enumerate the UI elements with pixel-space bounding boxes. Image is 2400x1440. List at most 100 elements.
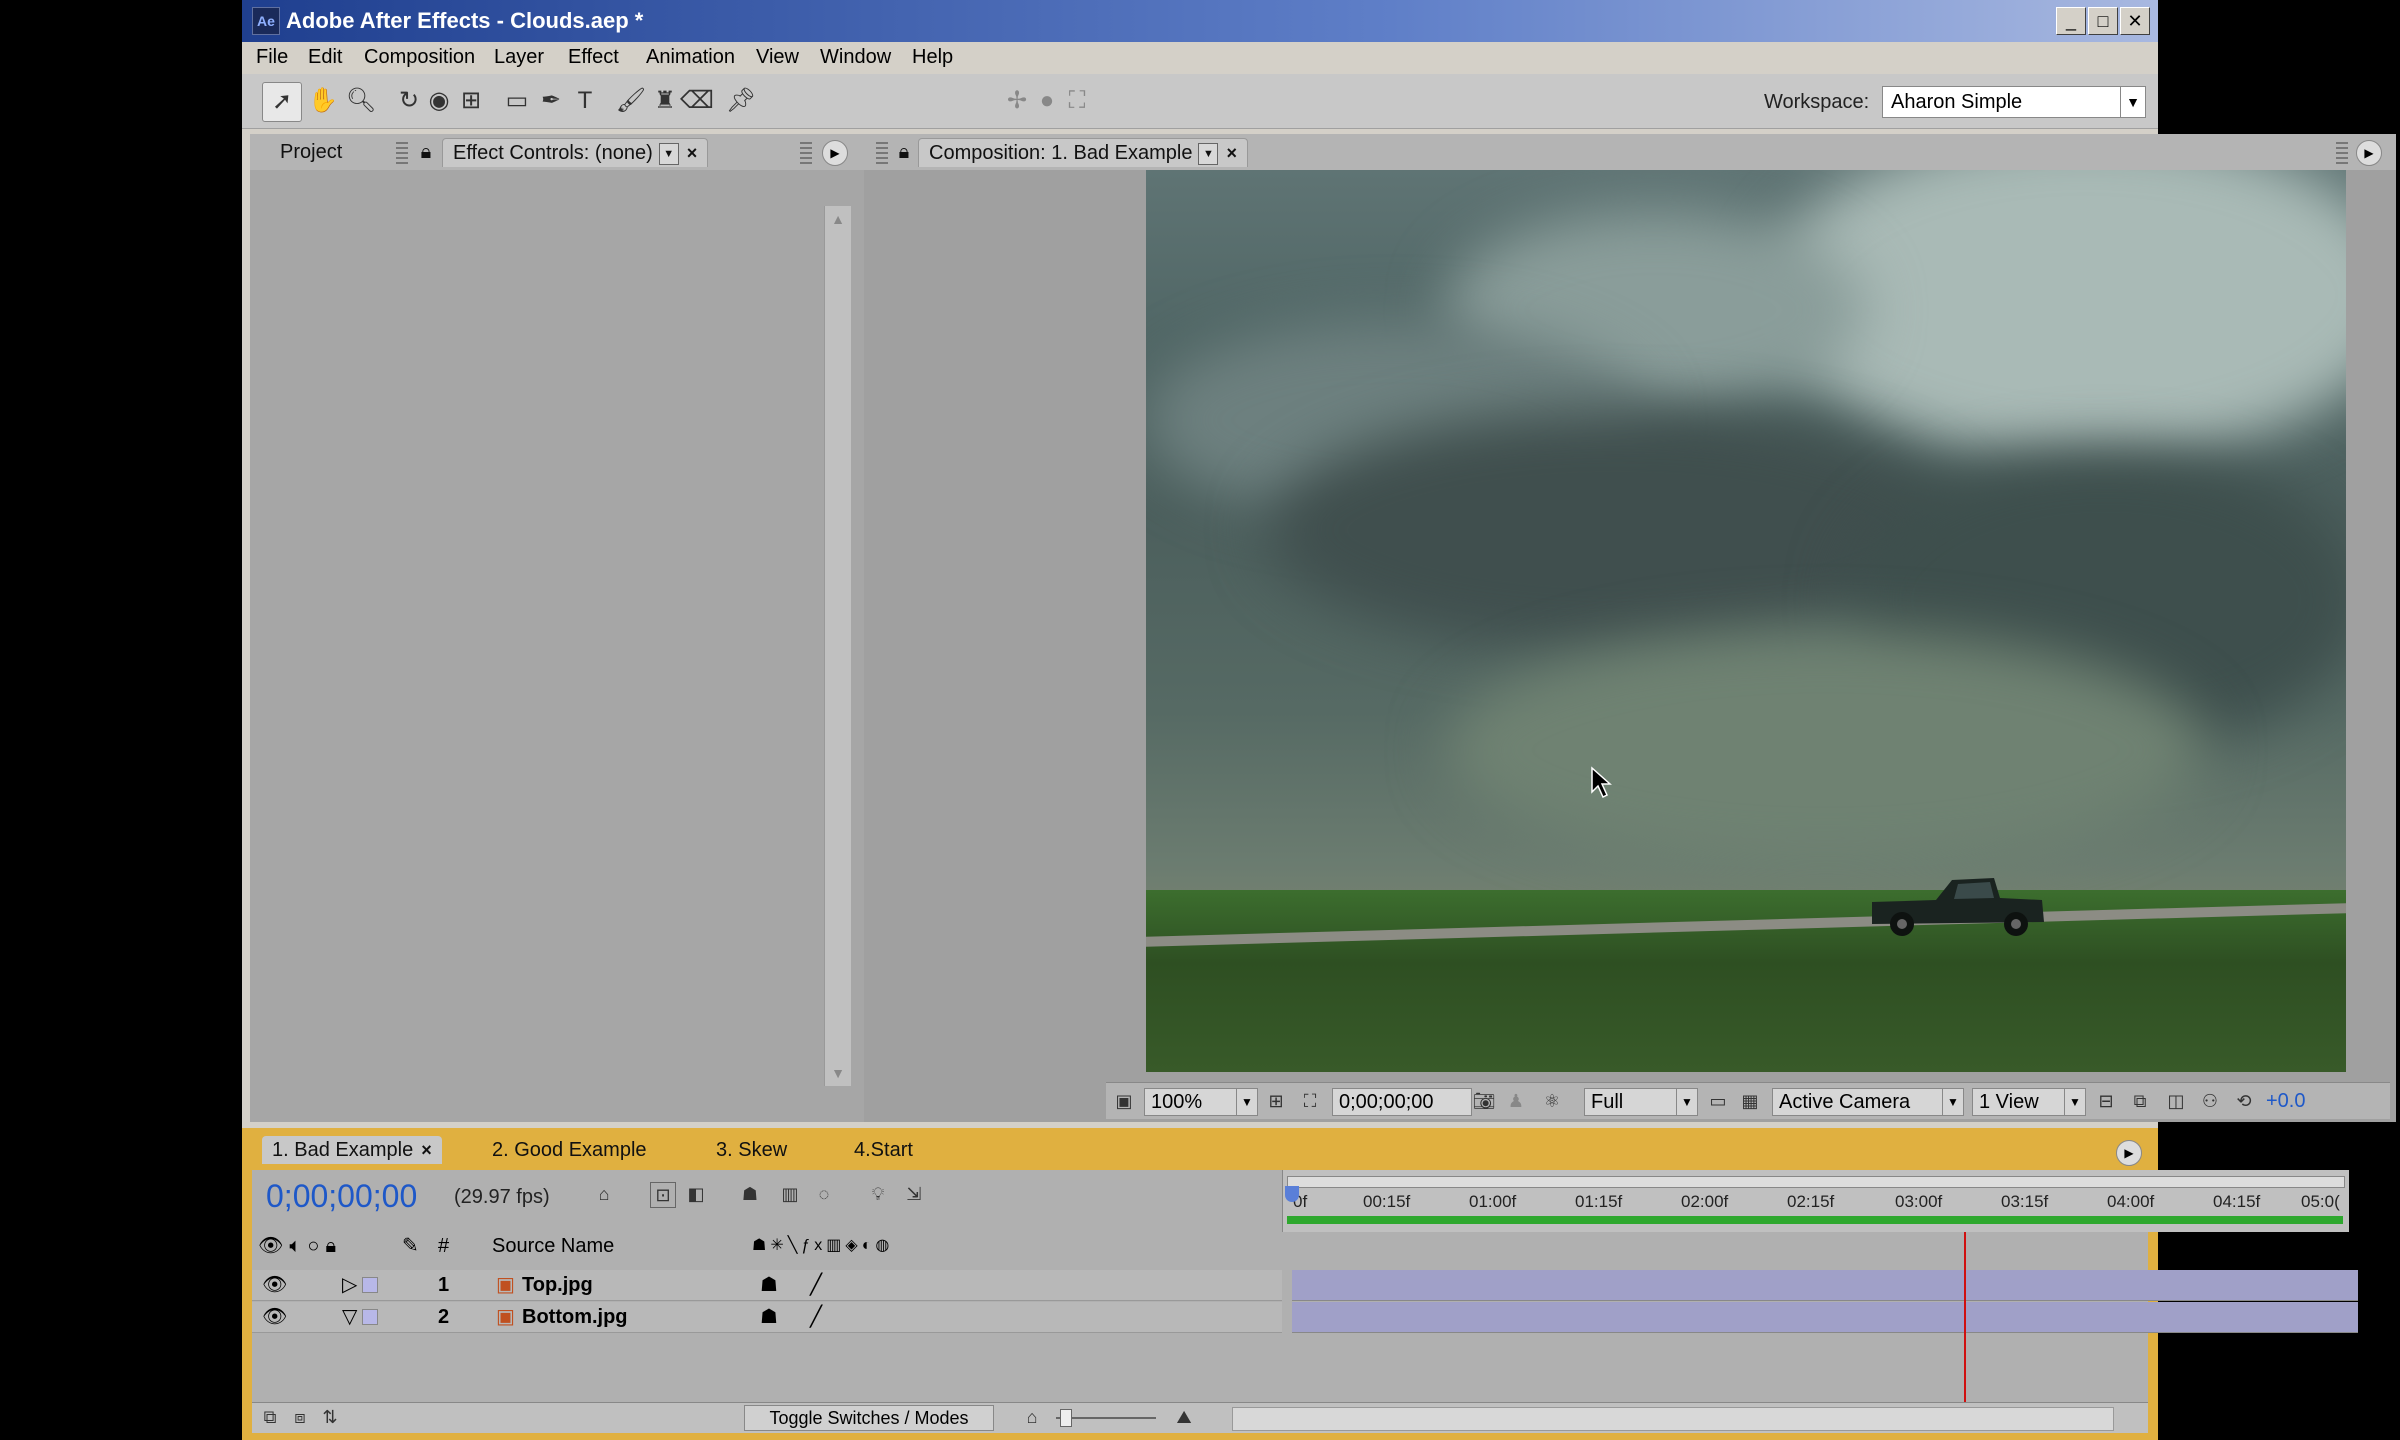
axis-view-icon[interactable]: ⛶ (1058, 82, 1096, 120)
live-update-icon[interactable]: ⊡ (650, 1182, 676, 1208)
view-layout-value: 1 View (1979, 1091, 2039, 1113)
close-icon[interactable]: × (1226, 143, 1237, 163)
panel-gripper-icon[interactable] (396, 142, 408, 164)
layer-duration-bar[interactable] (1292, 1302, 2358, 1333)
in-out-icon[interactable]: ⇅ (318, 1405, 342, 1429)
title-action-safe-icon[interactable]: ⊞ (1264, 1089, 1288, 1113)
exposure-value[interactable]: +0.0 (2266, 1089, 2305, 1113)
timeline-timecode[interactable]: 0;00;00;00 (266, 1178, 417, 1215)
ruler-label: 02:00f (1681, 1192, 1729, 1211)
layer-switches-icon[interactable]: ⧉ (258, 1405, 282, 1429)
magnification-dropdown[interactable]: 100% ▼ (1144, 1088, 1258, 1116)
timeline-icon[interactable]: ◫ (2164, 1089, 2188, 1113)
close-button[interactable]: ✕ (2120, 7, 2150, 35)
time-ruler[interactable]: 0f 00:15f 01:00f 01:15f 02:00f 02:15f 03… (1282, 1170, 2349, 1232)
transparency-grid-icon[interactable]: ▦ (1738, 1089, 1762, 1113)
scroll-down-icon[interactable]: ▼ (829, 1064, 847, 1082)
panel-gripper-icon[interactable] (876, 142, 888, 164)
panel-menu-icon[interactable]: ▶ (2356, 140, 2382, 166)
tab-timeline-good-example[interactable]: 2. Good Example (492, 1136, 647, 1164)
zoom-in-icon[interactable]: ⛰ (1172, 1405, 1196, 1429)
zoom-slider-thumb[interactable] (1060, 1409, 1072, 1427)
camera-dropdown[interactable]: Active Camera ▼ (1772, 1088, 1964, 1116)
lock-icon[interactable]: 🔒︎ (894, 138, 914, 166)
selection-tool-icon[interactable]: ➚ (262, 82, 302, 122)
horizontal-scrollbar[interactable] (1232, 1407, 2114, 1431)
close-icon[interactable]: × (421, 1140, 432, 1160)
lock-icon[interactable]: 🔒︎ (416, 138, 436, 166)
panel-menu-icon[interactable]: ▶ (822, 140, 848, 166)
panel-menu-icon[interactable]: ▶ (2116, 1140, 2142, 1166)
comp-mini-flowchart-icon[interactable]: ⌂ (592, 1182, 616, 1206)
comp-panel-tab-row: 🔒︎ Composition: 1. Bad Example ▼ × ▶ (864, 134, 2396, 170)
composition-viewer[interactable] (1146, 170, 2346, 1072)
view-layout-dropdown[interactable]: 1 View ▼ (1972, 1088, 2086, 1116)
fast-previews-icon[interactable]: ⧉ (2128, 1089, 2152, 1113)
current-time-indicator-head[interactable] (1285, 1186, 1299, 1202)
graph-editor-icon[interactable]: ⇲ (902, 1182, 926, 1206)
source-name-header[interactable]: Source Name (492, 1232, 614, 1260)
layer-duration-bar[interactable] (1292, 1270, 2358, 1301)
pan-behind-tool-icon[interactable]: ⊞ (452, 82, 490, 120)
menu-edit[interactable]: Edit (308, 46, 342, 69)
toggle-switches-modes-button[interactable]: Toggle Switches / Modes (744, 1405, 994, 1431)
rectangle-mask-tool-icon[interactable]: ▭ (498, 82, 536, 120)
panel-gripper-icon[interactable] (800, 142, 812, 164)
menu-help[interactable]: Help (912, 46, 953, 69)
minimize-button[interactable]: _ (2056, 7, 2086, 35)
zoom-tool-icon[interactable]: 🔍︎ (342, 82, 380, 120)
tab-project[interactable]: Project (280, 138, 342, 166)
current-time-indicator-line[interactable] (1964, 1232, 1966, 1422)
current-time-field[interactable]: 0;00;00;00 (1332, 1088, 1472, 1116)
text-tool-icon[interactable]: T (566, 82, 604, 120)
frame-blending-icon[interactable]: ▥ (778, 1182, 802, 1206)
chevron-down-icon[interactable]: ▼ (1198, 142, 1219, 165)
tab-composition[interactable]: Composition: 1. Bad Example ▼ × (918, 138, 1248, 167)
ruler-label: 04:15f (2213, 1192, 2261, 1211)
brush-tool-icon[interactable]: 🖌︎ (612, 82, 650, 120)
tab-timeline-bad-example[interactable]: 1. Bad Example × (262, 1136, 442, 1164)
menu-effect[interactable]: Effect (568, 46, 619, 69)
layer-row[interactable]: 👁︎ ▽ 2 ▣ Bottom.jpg ☗ ╱ (252, 1302, 1282, 1333)
menu-composition[interactable]: Composition (364, 46, 475, 69)
transfer-controls-icon[interactable]: ⧈ (288, 1405, 312, 1429)
menu-file[interactable]: File (256, 46, 288, 69)
channels-icon[interactable]: ⚛ (1540, 1089, 1564, 1113)
puppet-pin-tool-icon[interactable]: 📌︎ (722, 82, 760, 120)
window-title: Adobe After Effects - Clouds.aep * (286, 8, 644, 33)
chevron-down-icon[interactable]: ▼ (658, 142, 679, 165)
pixel-aspect-icon[interactable]: ⊟ (2094, 1089, 2118, 1113)
reset-exposure-icon[interactable]: ⟲ (2232, 1089, 2256, 1113)
maximize-button[interactable]: □ (2088, 7, 2118, 35)
tab-timeline-skew[interactable]: 3. Skew (716, 1136, 787, 1164)
menu-view[interactable]: View (756, 46, 799, 69)
mask-visibility-icon[interactable]: ⛶ (1298, 1089, 1322, 1113)
motion-blur-icon[interactable]: ◌ (812, 1182, 836, 1206)
menu-window[interactable]: Window (820, 46, 891, 69)
flowchart-icon[interactable]: ⚇ (2198, 1089, 2222, 1113)
resolution-dropdown[interactable]: Full ▼ (1584, 1088, 1698, 1116)
workspace-dropdown[interactable]: Aharon Simple ▼ (1882, 86, 2146, 118)
hand-tool-icon[interactable]: ✋ (304, 82, 342, 120)
panel-gripper-icon[interactable] (2336, 142, 2348, 164)
eraser-tool-icon[interactable]: ⌫ (678, 82, 716, 120)
pen-tool-icon[interactable]: ✒ (532, 82, 570, 120)
layer-row[interactable]: 👁︎ ▷ 1 ▣ Top.jpg ☗ ╱ (252, 1270, 1282, 1301)
snapshot-icon[interactable]: 📷︎ (1472, 1089, 1496, 1113)
zoom-out-icon[interactable]: ⌂ (1020, 1405, 1044, 1429)
brainstorm-icon[interactable]: 💡︎ (866, 1182, 890, 1206)
always-preview-icon[interactable]: ▣ (1112, 1089, 1136, 1113)
show-snapshot-icon[interactable]: ♟ (1504, 1089, 1528, 1113)
work-area-bar[interactable] (1287, 1216, 2343, 1224)
tab-timeline-start[interactable]: 4.Start (854, 1136, 913, 1164)
vertical-scrollbar[interactable]: ▲ ▼ (824, 206, 851, 1086)
scroll-up-icon[interactable]: ▲ (829, 210, 847, 228)
region-of-interest-icon[interactable]: ▭ (1706, 1089, 1730, 1113)
time-navigator[interactable] (1287, 1176, 2345, 1188)
draft-3d-icon[interactable]: ◧ (684, 1182, 708, 1206)
tab-effect-controls[interactable]: Effect Controls: (none) ▼ × (442, 138, 709, 167)
hide-shy-layers-icon[interactable]: ☗ (738, 1182, 762, 1206)
menu-layer[interactable]: Layer (494, 46, 544, 69)
close-icon[interactable]: × (687, 143, 698, 163)
menu-animation[interactable]: Animation (646, 46, 735, 69)
